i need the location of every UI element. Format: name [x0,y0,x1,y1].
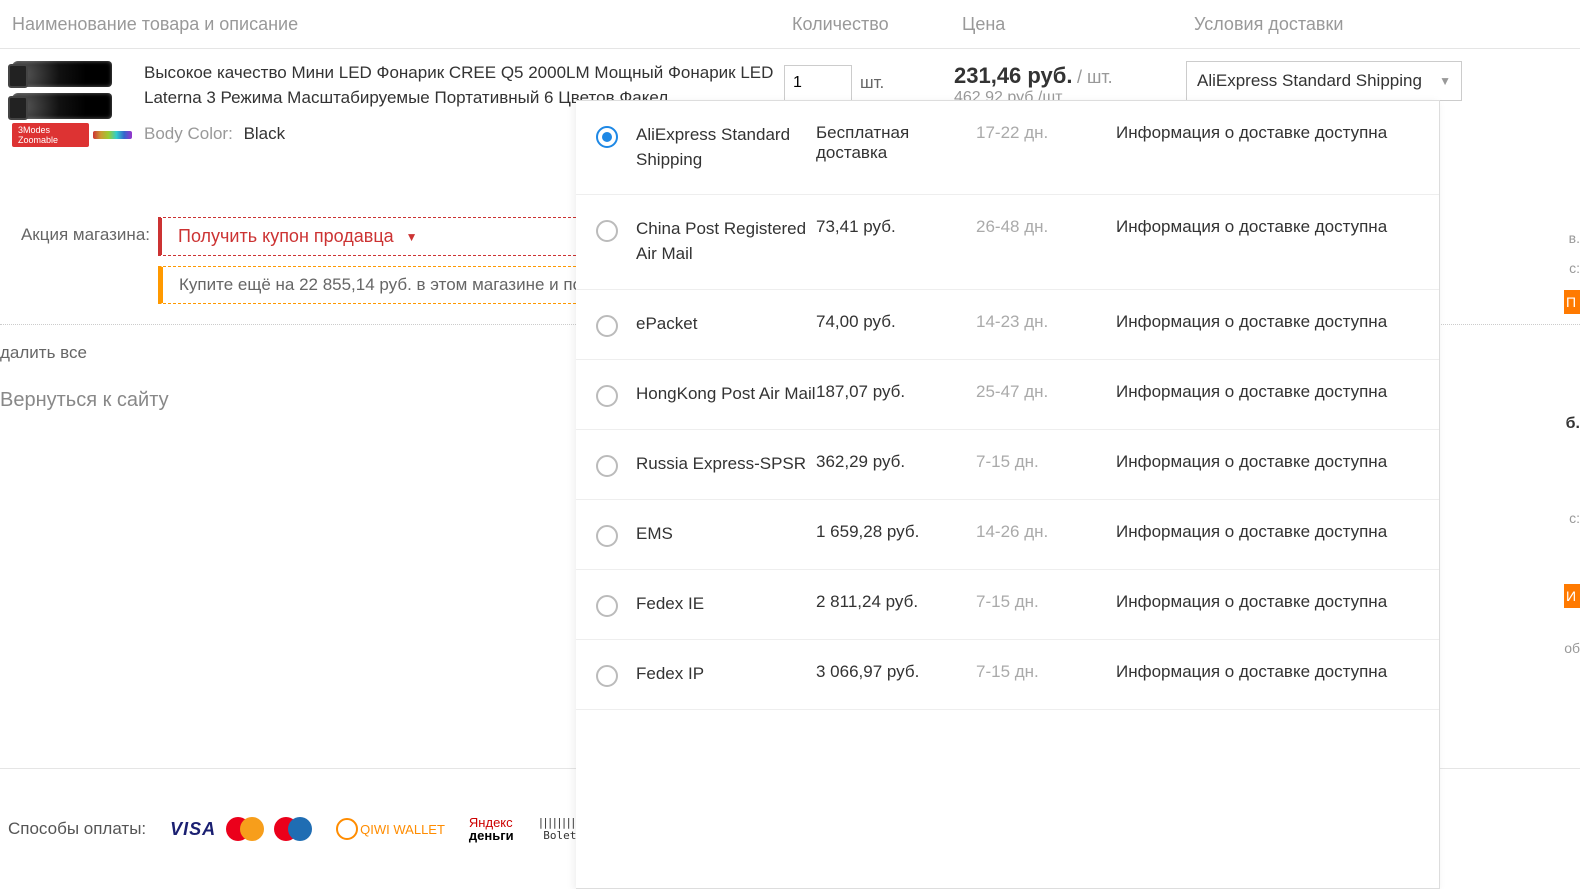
shipping-option-price: 73,41 руб. [816,217,976,237]
right-text-fragment: c: [1569,260,1580,276]
cart-page: Наименование товара и описание Количеств… [0,0,1580,889]
shipping-option[interactable]: China Post Registered Air Mail73,41 руб.… [576,195,1439,289]
radio-icon[interactable] [596,220,618,242]
right-text-fragment: б. [1566,415,1580,433]
header-ship: Условия доставки [1194,14,1568,35]
right-text-fragment: в. [1569,230,1580,246]
header-qty: Количество [792,14,962,35]
shipping-option-name: ePacket [636,312,816,337]
shipping-option-price: 74,00 руб. [816,312,976,332]
radio-icon[interactable] [596,126,618,148]
yandex-money-icon: Яндекс деньги [469,816,514,842]
shipping-option-price: 3 066,97 руб. [816,662,976,682]
promo-label: Акция магазина: [12,217,150,245]
radio-icon[interactable] [596,315,618,337]
shipping-select[interactable]: AliExpress Standard Shipping ▼ [1186,61,1462,101]
shipping-option-days: 14-23 дн. [976,312,1116,332]
shipping-option-price: Бесплатная доставка [816,123,976,163]
shipping-option-info: Информация о доставке доступна [1116,592,1419,612]
payment-label: Способы оплаты: [8,819,146,839]
shipping-option-name: China Post Registered Air Mail [636,217,816,266]
product-thumbnail[interactable]: 3Modes Zoomable [12,61,132,147]
thumb-tag: 3Modes Zoomable [12,123,132,147]
right-text-fragment: об [1564,640,1580,656]
promo-info: Купите ещё на 22 855,14 руб. в этом мага… [158,266,616,304]
shipping-option-info: Информация о доставке доступна [1116,452,1419,472]
get-coupon-button[interactable]: Получить купон продавца ▼ [158,217,616,256]
price-per: / шт. [1077,67,1113,87]
quantity-unit: шт. [860,65,884,93]
header-name: Наименование товара и описание [12,14,792,35]
chevron-down-icon: ▼ [1439,74,1451,88]
header-price: Цена [962,14,1194,35]
radio-icon[interactable] [596,665,618,687]
shipping-option-info: Информация о доставке доступна [1116,217,1419,237]
shipping-option-info: Информация о доставке доступна [1116,522,1419,542]
price-main: 231,46 руб. [954,63,1073,88]
radio-icon[interactable] [596,455,618,477]
column-headers: Наименование товара и описание Количеств… [0,0,1580,49]
shipping-option-price: 1 659,28 руб. [816,522,976,542]
shipping-option-name: Fedex IE [636,592,816,617]
shipping-option-info: Информация о доставке доступна [1116,312,1419,332]
radio-icon[interactable] [596,595,618,617]
right-edge-fragment: И [1564,584,1580,608]
shipping-option-name: Fedex IP [636,662,816,687]
shipping-option-info: Информация о доставке доступна [1116,662,1419,682]
shipping-option[interactable]: Fedex IP3 066,97 руб.7-15 дн.Информация … [576,640,1439,710]
shipping-option[interactable]: ePacket74,00 руб.14-23 дн.Информация о д… [576,290,1439,360]
shipping-option[interactable]: HongKong Post Air Mail187,07 руб.25-47 д… [576,360,1439,430]
shipping-option-name: EMS [636,522,816,547]
flashlight-image [12,61,132,119]
shipping-option-days: 25-47 дн. [976,382,1116,402]
shipping-option-name: Russia Express-SPSR [636,452,816,477]
shipping-option-price: 2 811,24 руб. [816,592,976,612]
shipping-option-days: 17-22 дн. [976,123,1116,143]
radio-icon[interactable] [596,525,618,547]
shipping-option-price: 187,07 руб. [816,382,976,402]
right-text-fragment: c: [1569,510,1580,526]
shipping-option-info: Информация о доставке доступна [1116,123,1419,143]
shipping-option-price: 362,29 руб. [816,452,976,472]
chevron-down-icon: ▼ [406,230,418,244]
shipping-option-info: Информация о доставке доступна [1116,382,1419,402]
shipping-option-days: 7-15 дн. [976,662,1116,682]
shipping-option[interactable]: EMS1 659,28 руб.14-26 дн.Информация о до… [576,500,1439,570]
shipping-option[interactable]: Russia Express-SPSR362,29 руб.7-15 дн.Ин… [576,430,1439,500]
shipping-option-days: 7-15 дн. [976,452,1116,472]
shipping-option[interactable]: AliExpress Standard ShippingБесплатная д… [576,101,1439,195]
shipping-dropdown[interactable]: AliExpress Standard ShippingБесплатная д… [576,100,1440,889]
maestro-icon [274,817,312,841]
shipping-selected-label: AliExpress Standard Shipping [1197,71,1422,91]
shipping-option-days: 7-15 дн. [976,592,1116,612]
shipping-option-name: AliExpress Standard Shipping [636,123,816,172]
shipping-option-days: 14-26 дн. [976,522,1116,542]
quantity-input[interactable] [784,65,852,101]
shipping-option[interactable]: Fedex IE2 811,24 руб.7-15 дн.Информация … [576,570,1439,640]
mastercard-icon [226,817,264,841]
right-edge-fragment: П [1564,290,1580,314]
qiwi-icon: QIWI WALLET [336,818,445,840]
visa-icon: VISA [170,819,216,840]
radio-icon[interactable] [596,385,618,407]
shipping-option-days: 26-48 дн. [976,217,1116,237]
shipping-option-name: HongKong Post Air Mail [636,382,816,407]
